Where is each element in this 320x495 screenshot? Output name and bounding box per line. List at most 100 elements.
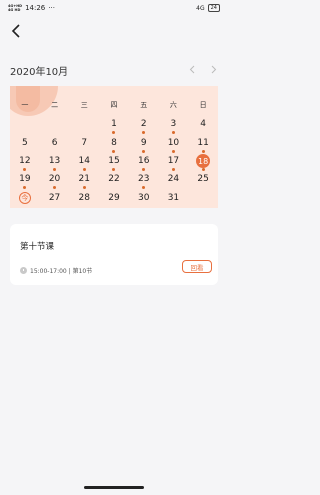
day-number: 11 [197, 137, 209, 148]
calendar-day[interactable]: 14 [69, 153, 99, 171]
month-header: 2020年10月 [10, 63, 220, 78]
day-number: 8 [111, 137, 117, 148]
lesson-title: 第十节课 [20, 242, 55, 252]
day-number: 19 [19, 174, 31, 185]
day-number: 7 [81, 137, 88, 148]
replay-button[interactable]: 回看 [182, 260, 212, 273]
day-number: 18 [196, 153, 211, 168]
calendar-day[interactable]: 今 [10, 190, 40, 208]
calendar-day[interactable]: 15 [99, 153, 129, 171]
weekday-label: 三 [80, 101, 88, 109]
day-number: 10 [167, 137, 180, 148]
calendar-day[interactable]: 28 [69, 190, 99, 208]
calendar-day[interactable]: 13 [40, 153, 70, 171]
month-title: 2020年10月 [10, 67, 69, 78]
calendar-day[interactable]: 5 [10, 135, 40, 153]
calendar-day[interactable]: 1 [99, 116, 129, 135]
calendar-day[interactable]: 12 [10, 153, 40, 171]
back-button[interactable] [8, 22, 24, 40]
weekday-label: 五 [140, 101, 148, 109]
day-number: 30 [137, 192, 150, 203]
calendar: 一二三四五六日 1 2 3 4 5 6 7 8 9 10 11 12 13 14 15 16 17 18 19 20 21… [10, 86, 218, 208]
day-number: 16 [137, 155, 150, 166]
chevron-left-icon [11, 24, 20, 38]
calendar-day[interactable]: 4 [188, 116, 218, 134]
day-number: 9 [140, 137, 147, 148]
day-number: 25 [197, 174, 209, 185]
lesson-time: 15:00-17:00 | 第10节 [30, 268, 93, 275]
calendar-empty-cell [10, 116, 40, 134]
calendar-day[interactable]: 23 [129, 171, 159, 190]
calendar-day[interactable]: 21 [69, 171, 99, 190]
calendar-day[interactable]: 17 [159, 153, 189, 171]
calendar-day[interactable]: 27 [40, 190, 70, 208]
calendar-day[interactable]: 30 [129, 190, 159, 208]
calendar-day[interactable]: 10 [159, 135, 189, 153]
calendar-day[interactable]: 9 [129, 135, 159, 153]
clock-icon [20, 267, 27, 274]
calendar-day[interactable]: 16 [129, 153, 159, 171]
day-number: 20 [48, 174, 61, 185]
lesson-meta: 15:00-17:00 | 第10节 [20, 266, 92, 275]
day-number: 17 [167, 155, 180, 166]
calendar-day[interactable]: 31 [159, 190, 189, 208]
prev-month-button[interactable] [186, 63, 198, 75]
day-number: 23 [137, 174, 150, 185]
day-number [77, 117, 91, 131]
day-number: 今 [18, 191, 31, 204]
day-number: 28 [78, 192, 90, 203]
calendar-day[interactable]: 6 [40, 135, 70, 153]
day-number: 21 [78, 174, 90, 185]
day-number [18, 117, 32, 131]
calendar-day[interactable]: 24 [159, 171, 189, 189]
day-number: 6 [51, 137, 58, 148]
day-number: 14 [78, 155, 90, 166]
calendar-day[interactable]: 11 [188, 135, 218, 153]
day-number: 5 [21, 137, 28, 148]
calendar-day[interactable]: 8 [99, 135, 129, 153]
day-number: 29 [108, 192, 120, 203]
calendar-empty-cell [69, 116, 99, 134]
chevron-right-icon [211, 65, 217, 73]
signal-icon: 4G+HD 4G HD [8, 4, 22, 12]
calendar-day[interactable]: 7 [69, 135, 99, 153]
calendar-day[interactable]: 22 [99, 171, 129, 189]
calendar-day[interactable]: 18 [188, 153, 218, 171]
next-month-button[interactable] [208, 63, 220, 75]
day-number: 22 [108, 174, 120, 185]
day-number [48, 117, 62, 131]
day-number: 4 [200, 119, 206, 130]
day-number [196, 191, 210, 205]
calendar-day[interactable]: 3 [159, 116, 189, 135]
day-number: 24 [167, 174, 180, 185]
calendar-day[interactable]: 29 [99, 190, 129, 208]
day-number: 27 [48, 192, 61, 203]
day-number: 3 [170, 119, 177, 130]
calendar-empty-cell [40, 116, 70, 134]
weekday-label: 二 [51, 101, 59, 109]
network-icon: 4G [196, 4, 205, 12]
status-bar: 4G+HD 4G HD 14:26 ··· 4G 24 [0, 0, 228, 18]
weekday-label: 一 [21, 101, 29, 109]
day-number: 2 [140, 119, 147, 130]
battery-icon: 24 [207, 4, 220, 12]
weekday-label: 日 [199, 101, 207, 109]
chevron-left-icon [189, 65, 195, 73]
calendar-day[interactable]: 2 [129, 116, 159, 135]
calendar-day[interactable]: 25 [188, 171, 218, 189]
home-indicator [84, 486, 144, 489]
calendar-grid: 一二三四五六日 1 2 3 4 5 6 7 8 9 10 11 12 13 14 15 16 17 18 19 20 21… [10, 98, 218, 208]
signal-label-bottom: 4G HD [8, 8, 21, 12]
day-number: 31 [167, 192, 180, 203]
day-number: 12 [19, 155, 31, 166]
calendar-day[interactable]: 20 [40, 171, 70, 190]
lesson-card[interactable]: 第十节课 15:00-17:00 | 第10节 回看 [10, 224, 218, 285]
notification-icons: ··· [48, 4, 55, 12]
calendar-day[interactable]: 19 [10, 171, 40, 190]
